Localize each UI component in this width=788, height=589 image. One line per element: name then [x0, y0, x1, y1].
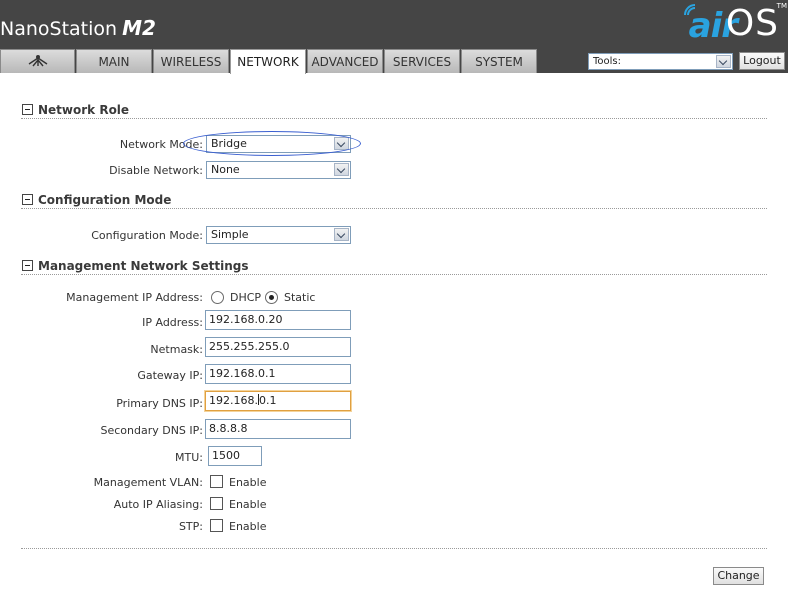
stp-enable-label: Enable [229, 520, 267, 533]
tab-wireless[interactable]: WIRELESS [153, 49, 229, 73]
ip-address-label: IP Address: [142, 316, 203, 329]
network-mode-label: Network Mode: [119, 138, 203, 151]
dhcp-radio[interactable] [211, 291, 224, 304]
management-vlan-enable-label: Enable [229, 476, 267, 489]
change-button[interactable]: Change [713, 567, 764, 585]
tab-services[interactable]: SERVICES [384, 49, 460, 73]
configuration-mode-select[interactable]: Simple [206, 226, 351, 244]
logout-button[interactable]: Logout [739, 52, 785, 70]
ip-address-input[interactable]: 192.168.0.20 [205, 310, 351, 330]
static-label: Static [284, 291, 316, 304]
gateway-ip-input[interactable]: 192.168.0.1 [205, 364, 351, 384]
secondary-dns-label: Secondary DNS IP: [100, 424, 203, 437]
disable-network-label: Disable Network: [109, 164, 203, 177]
brand-model: M2 [122, 16, 156, 40]
configuration-mode-value: Simple [211, 228, 249, 241]
collapse-icon[interactable] [22, 194, 33, 205]
collapse-icon[interactable] [22, 260, 33, 271]
chevron-down-icon[interactable] [334, 163, 349, 176]
section-title: Network Role [38, 103, 130, 117]
mtu-input[interactable]: 1500 [208, 446, 262, 466]
auto-ip-aliasing-enable-label: Enable [229, 498, 267, 511]
gateway-ip-label: Gateway IP: [137, 369, 203, 382]
management-ip-label: Management IP Address: [66, 291, 203, 304]
management-vlan-checkbox[interactable] [210, 475, 223, 488]
stp-checkbox[interactable] [210, 519, 223, 532]
section-title: Configuration Mode [38, 193, 172, 207]
logo-tm: TM [776, 2, 787, 10]
tab-logo[interactable] [0, 49, 75, 73]
divider [21, 548, 767, 549]
tab-network[interactable]: NETWORK [230, 49, 306, 74]
chevron-down-icon[interactable] [334, 137, 349, 150]
primary-dns-value-a: 192.168. [209, 394, 258, 407]
stp-label: STP: [178, 520, 203, 533]
configuration-mode-label: Configuration Mode: [91, 229, 203, 242]
management-vlan-label: Management VLAN: [93, 476, 203, 489]
logo-os: OS [725, 3, 779, 44]
device-brand: NanoStation M2 [0, 16, 156, 40]
tab-advanced[interactable]: ADVANCED [307, 49, 383, 73]
primary-dns-value-b: 0.1 [258, 394, 277, 407]
disable-network-select[interactable]: None [206, 161, 351, 179]
section-title: Management Network Settings [38, 259, 249, 273]
brand-name: NanoStation [0, 18, 118, 40]
netmask-input[interactable]: 255.255.255.0 [205, 337, 351, 357]
auto-ip-aliasing-label: Auto IP Aliasing: [113, 498, 203, 511]
mtu-label: MTU: [175, 451, 203, 464]
dhcp-label: DHCP [230, 291, 262, 304]
chevron-down-icon[interactable] [334, 228, 349, 241]
secondary-dns-input[interactable]: 8.8.8.8 [205, 419, 351, 439]
tools-select[interactable]: Tools: [588, 53, 733, 70]
primary-dns-label: Primary DNS IP: [116, 397, 203, 410]
section-network-role: Network Role [21, 103, 767, 119]
tab-main[interactable]: MAIN [76, 49, 152, 73]
collapse-icon[interactable] [22, 104, 33, 115]
ubiquiti-antenna-icon [28, 55, 47, 67]
section-configuration-mode: Configuration Mode [21, 193, 767, 209]
static-radio[interactable] [265, 291, 278, 304]
header-bar: NanoStation M2 air OS TM MAIN WIRELESS NE… [0, 0, 788, 74]
disable-network-value: None [211, 163, 240, 176]
chevron-down-icon[interactable] [716, 55, 731, 68]
section-management-network: Management Network Settings [21, 259, 767, 275]
auto-ip-aliasing-checkbox[interactable] [210, 497, 223, 510]
primary-dns-input[interactable]: 192.168.0.1 [205, 391, 351, 411]
airos-logo: air OS TM [679, 0, 787, 46]
tools-select-value: Tools: [593, 56, 622, 67]
netmask-label: Netmask: [150, 343, 203, 356]
network-mode-select[interactable]: Bridge [206, 135, 351, 153]
network-mode-value: Bridge [211, 137, 247, 150]
tab-system[interactable]: SYSTEM [461, 49, 537, 73]
